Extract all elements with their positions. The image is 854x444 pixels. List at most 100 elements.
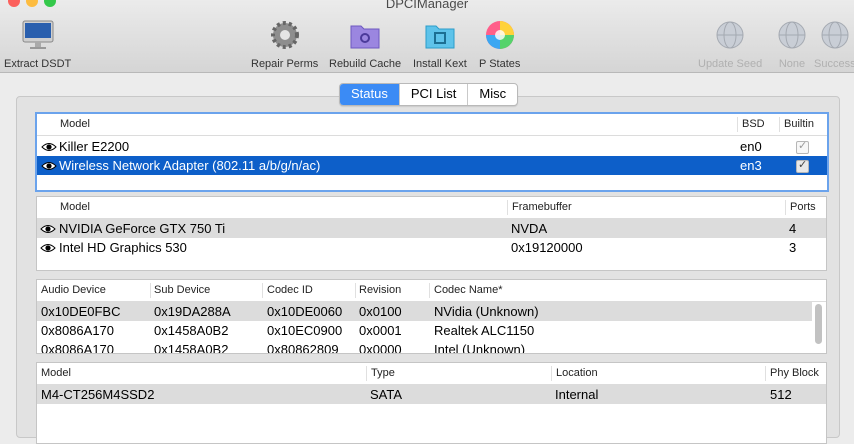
- audio-sub-device: 0x1458A0B2: [154, 323, 229, 338]
- tab-misc[interactable]: Misc: [467, 84, 517, 105]
- network-model: Killer E2200: [59, 139, 130, 154]
- audio-revision: 0x0001: [359, 323, 402, 338]
- graphics-model: NVIDIA GeForce GTX 750 Ti: [59, 221, 226, 236]
- globe-icon: [716, 21, 744, 49]
- checkmark-icon: ✓: [798, 140, 808, 152]
- network-col-builtin[interactable]: Builtin: [784, 114, 814, 135]
- builtin-checkbox[interactable]: ✓: [796, 140, 809, 154]
- column-divider: [785, 200, 786, 215]
- network-model: Wireless Network Adapter (802.11 a/b/g/n…: [59, 158, 321, 173]
- column-divider: [262, 283, 263, 298]
- vertical-scrollbar[interactable]: [815, 304, 822, 344]
- graphics-framebuffer: 0x19120000: [511, 240, 583, 255]
- color-wheel-icon: [485, 21, 514, 49]
- globe-icon: [821, 21, 849, 49]
- tab-pci-list[interactable]: PCI List: [398, 84, 468, 105]
- network-bsd: en0: [740, 139, 762, 154]
- graphics-framebuffer: NVDA: [511, 221, 548, 236]
- audio-col-codec-name[interactable]: Codec Name*: [434, 280, 502, 301]
- tab-status[interactable]: Status: [340, 84, 399, 105]
- folder-gear-icon: [350, 25, 380, 49]
- table-row[interactable]: M4-CT256M4SSD2 SATA Internal 512: [37, 385, 826, 404]
- table-row[interactable]: Intel HD Graphics 530 0x19120000 3: [37, 238, 826, 257]
- extract-dsdt-button[interactable]: Extract DSDT: [4, 18, 71, 70]
- column-divider: [355, 283, 356, 298]
- audio-col-revision[interactable]: Revision: [359, 280, 401, 301]
- repair-perms-button[interactable]: Repair Perms: [251, 18, 318, 70]
- storage-col-type[interactable]: Type: [371, 363, 395, 384]
- checkmark-icon: ✓: [798, 159, 808, 171]
- rebuild-cache-label: Rebuild Cache: [329, 58, 402, 70]
- audio-codec-name: Intel (Unknown): [434, 342, 526, 354]
- imac-icon: [22, 20, 54, 49]
- column-divider: [429, 283, 430, 298]
- audio-device: 0x8086A170: [41, 323, 115, 338]
- audio-codec-id: 0x80862809: [267, 342, 339, 354]
- storage-col-phy-block[interactable]: Phy Block: [770, 363, 819, 384]
- audio-sub-device: 0x1458A0B2: [154, 342, 229, 354]
- audio-codec-id: 0x10EC0900: [267, 323, 343, 338]
- audio-col-codec-id[interactable]: Codec ID: [267, 280, 313, 301]
- eye-icon: [40, 225, 56, 233]
- none-button[interactable]: None: [775, 18, 809, 70]
- graphics-header: [37, 197, 826, 219]
- graphics-col-framebuffer[interactable]: Framebuffer: [512, 197, 572, 218]
- storage-model: M4-CT256M4SSD2: [41, 387, 155, 402]
- graphics-col-ports[interactable]: Ports: [790, 197, 816, 218]
- graphics-ports: 3: [789, 240, 797, 255]
- storage-table[interactable]: Model Type Location Phy Block M4-CT256M4…: [36, 362, 827, 444]
- network-table[interactable]: Model BSD Builtin Killer E2200 en0 ✓ Wir…: [35, 112, 829, 192]
- update-seed-button[interactable]: Update Seed: [698, 18, 762, 70]
- network-col-model[interactable]: Model: [60, 114, 90, 135]
- toolbar: DPCIManager Extract DSDT Repair Perms Re…: [0, 0, 854, 73]
- graphics-model: Intel HD Graphics 530: [59, 240, 187, 255]
- table-row[interactable]: 0x10DE0FBC 0x19DA288A 0x10DE0060 0x0100 …: [37, 302, 812, 321]
- p-states-button[interactable]: P States: [479, 18, 520, 70]
- table-row-selected[interactable]: Wireless Network Adapter (802.11 a/b/g/n…: [37, 156, 827, 175]
- table-row[interactable]: 0x8086A170 0x1458A0B2 0x80862809 0x0000 …: [37, 340, 812, 354]
- network-bsd: en3: [740, 158, 762, 173]
- graphics-ports: 4: [789, 221, 797, 236]
- eye-icon: [41, 162, 57, 170]
- network-col-bsd[interactable]: BSD: [742, 114, 765, 135]
- table-row[interactable]: Killer E2200 en0 ✓: [37, 137, 827, 156]
- audio-col-device[interactable]: Audio Device: [41, 280, 106, 301]
- audio-col-sub-device[interactable]: Sub Device: [154, 280, 210, 301]
- success-button[interactable]: Success: [814, 18, 854, 70]
- table-row[interactable]: 0x8086A170 0x1458A0B2 0x10EC0900 0x0001 …: [37, 321, 812, 340]
- audio-sub-device: 0x19DA288A: [154, 304, 231, 319]
- success-label: Success: [814, 58, 854, 70]
- graphics-table[interactable]: Model Framebuffer Ports NVIDIA GeForce G…: [36, 196, 827, 271]
- update-seed-label: Update Seed: [698, 58, 763, 70]
- network-header: [37, 114, 827, 136]
- p-states-label: P States: [479, 58, 521, 70]
- audio-revision: 0x0100: [359, 304, 402, 319]
- window-title: DPCIManager: [385, 0, 469, 11]
- storage-col-location[interactable]: Location: [556, 363, 598, 384]
- repair-perms-label: Repair Perms: [251, 58, 319, 70]
- column-divider: [551, 366, 552, 381]
- storage-col-model[interactable]: Model: [41, 363, 71, 384]
- install-kext-label: Install Kext: [413, 58, 467, 70]
- audio-codec-id: 0x10DE0060: [267, 304, 343, 319]
- storage-type: SATA: [370, 387, 403, 402]
- graphics-col-model[interactable]: Model: [60, 197, 90, 218]
- storage-location: Internal: [555, 387, 599, 402]
- eye-icon: [40, 244, 56, 252]
- none-label: None: [778, 58, 806, 70]
- audio-device: 0x10DE0FBC: [41, 304, 121, 319]
- folder-kext-icon: [425, 25, 455, 49]
- builtin-checkbox[interactable]: ✓: [796, 159, 809, 173]
- rebuild-cache-button[interactable]: Rebuild Cache: [329, 18, 401, 70]
- audio-table[interactable]: Audio Device Sub Device Codec ID Revisio…: [36, 279, 827, 354]
- column-divider: [779, 117, 780, 132]
- storage-header: [37, 363, 826, 385]
- table-row[interactable]: NVIDIA GeForce GTX 750 Ti NVDA 4: [37, 219, 826, 238]
- extract-dsdt-label: Extract DSDT: [4, 58, 72, 70]
- install-kext-button[interactable]: Install Kext: [413, 18, 467, 70]
- eye-icon: [41, 143, 57, 151]
- audio-codec-name: Realtek ALC1150: [434, 323, 535, 338]
- audio-codec-name: NVidia (Unknown): [434, 304, 539, 319]
- audio-revision: 0x0000: [359, 342, 402, 354]
- column-divider: [366, 366, 367, 381]
